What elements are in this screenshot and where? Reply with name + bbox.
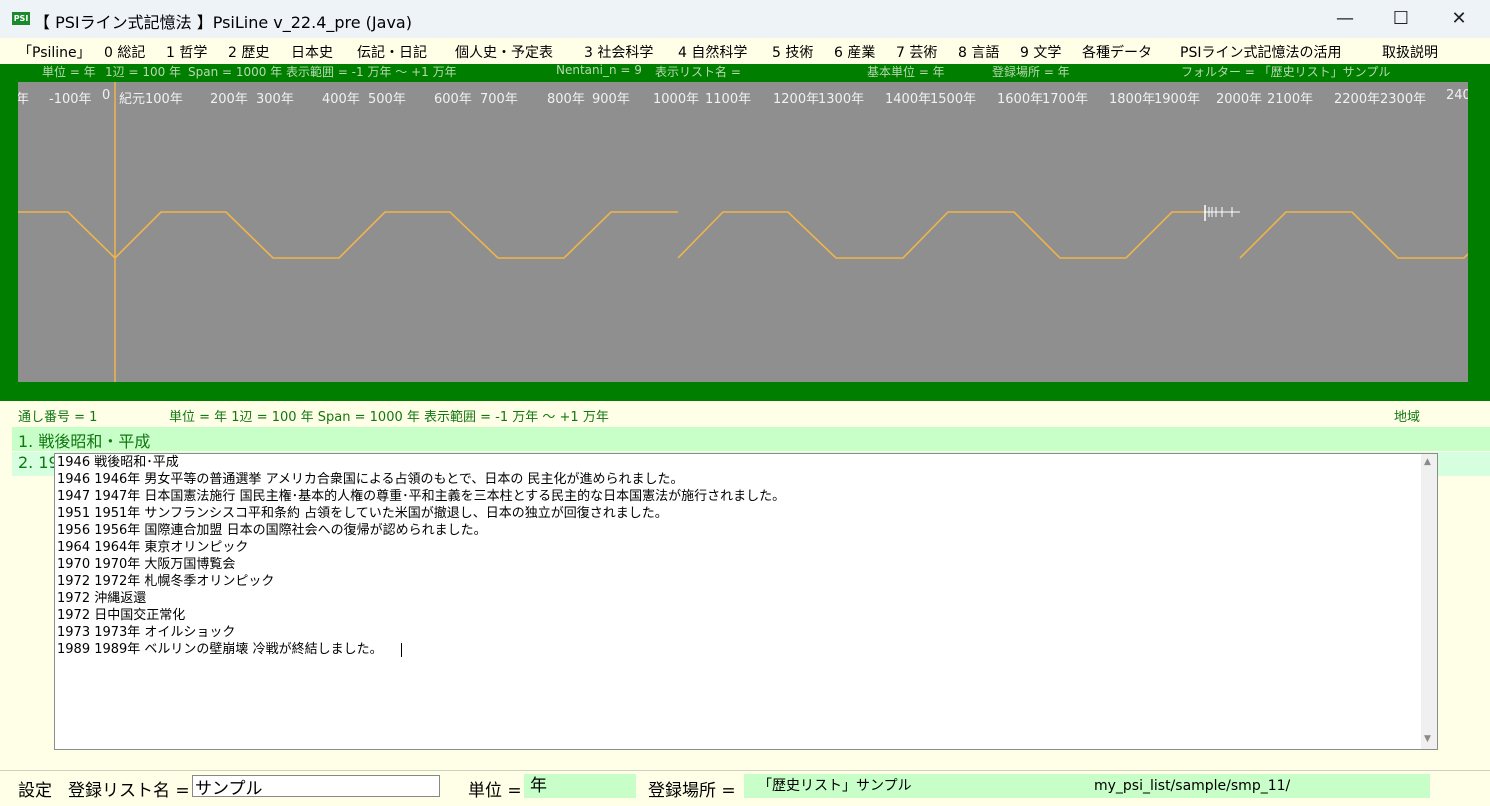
menu-history[interactable]: 2 歴史 — [228, 42, 269, 62]
tl-span: Span = 1000 年 — [188, 65, 283, 79]
tl-location: 登録場所 = 年 — [992, 65, 1070, 79]
tl-base-unit: 基本単位 = 年 — [867, 65, 945, 79]
maximize-button[interactable]: ☐ — [1372, 0, 1430, 38]
tl-unit: 単位 = 年 — [42, 65, 96, 79]
text-line: 1989 1989年 ベルリンの壁崩壊 冷戦が終結しました。 — [57, 642, 383, 657]
menu-biography[interactable]: 伝記・日記 — [357, 42, 427, 62]
text-line: 1973 1973年 オイルショック — [57, 625, 236, 640]
text-line: 1970 1970年 大阪万国博覧会 — [57, 557, 236, 572]
app-icon: PSI — [12, 12, 30, 25]
menu-data[interactable]: 各種データ — [1082, 42, 1152, 62]
list-item[interactable]: 1. 戦後昭和・平成 — [12, 427, 1490, 451]
unit-label: 単位 = — [468, 781, 522, 801]
unit-summary: 単位 = 年 1辺 = 100 年 Span = 1000 年 表示範囲 = -… — [169, 410, 609, 425]
text-caret — [401, 643, 402, 657]
tl-range: 表示範囲 = -1 万年 ～ +1 万年 — [286, 65, 457, 79]
text-line: 1964 1964年 東京オリンピック — [57, 540, 249, 555]
menu-social-science[interactable]: 3 社会科学 — [584, 42, 653, 62]
tl-list-name: 表示リスト名 = — [655, 65, 741, 79]
menu-language[interactable]: 8 言語 — [958, 42, 999, 62]
menu-literature[interactable]: 9 文学 — [1020, 42, 1061, 62]
menu-personal-history[interactable]: 個人史・予定表 — [455, 42, 553, 62]
text-line: 1946 1946年 男女平等の普通選挙 アメリカ合衆国による占領のもとで、日本… — [57, 472, 684, 487]
psi-line-segment-1 — [18, 211, 678, 260]
text-line: 1947 1947年 日本国憲法施行 国民主権･基本的人権の尊重･平和主義を三本… — [57, 489, 786, 504]
menu-bar: 「Psiline」 0 総記 1 哲学 2 歴史 日本史 伝記・日記 個人史・予… — [0, 38, 1490, 64]
list-item-label: 2. 19 — [18, 453, 59, 472]
timeline-panel: 単位 = 年 1辺 = 100 年 Span = 1000 年 表示範囲 = -… — [0, 63, 1490, 401]
list-name-input[interactable] — [192, 775, 440, 797]
settings-bar: 設定 登録リスト名 = 単位 = 年 登録場所 = 「歴史リスト」サンプル my… — [0, 770, 1490, 806]
menu-art[interactable]: 7 芸術 — [896, 42, 937, 62]
scroll-up-icon[interactable]: ▲ — [1424, 457, 1431, 467]
menu-technology[interactable]: 5 技術 — [772, 42, 813, 62]
title-bar: PSI 【 PSIライン式記憶法 】PsiLine v_22.4_pre (Ja… — [0, 0, 1490, 38]
text-line: 1972 日中国交正常化 — [57, 608, 186, 623]
tl-side: 1辺 = 100 年 — [105, 65, 182, 79]
psi-line-segment-2 — [677, 211, 1204, 259]
menu-usage[interactable]: PSIライン式記憶法の活用 — [1180, 42, 1341, 62]
region-label: 地域 — [1394, 410, 1421, 425]
timeline-canvas[interactable]: 年 -100年 0 紀元 100年 200年 300年 400年 500年 60… — [18, 82, 1468, 382]
location-field[interactable]: 「歴史リスト」サンプル — [744, 774, 1080, 798]
menu-manual[interactable]: 取扱説明 — [1382, 42, 1438, 62]
event-text-area[interactable]: 1946 戦後昭和･平成 1946 1946年 男女平等の普通選挙 アメリカ合衆… — [54, 453, 1438, 750]
menu-industry[interactable]: 6 産業 — [834, 42, 875, 62]
menu-natural-science[interactable]: 4 自然科学 — [678, 42, 747, 62]
text-line: 1956 1956年 国際連合加盟 日本の国際社会への復帰が認められました。 — [57, 523, 487, 538]
timeline-lines — [18, 82, 1468, 382]
path-field: my_psi_list/sample/smp_11/ — [1080, 774, 1430, 798]
menu-japan-history[interactable]: 日本史 — [291, 42, 333, 62]
menu-psiline[interactable]: 「Psiline」 — [18, 42, 91, 62]
text-line: 1946 戦後昭和･平成 — [57, 455, 179, 470]
unit-field[interactable]: 年 — [524, 774, 636, 798]
list-name-label: 登録リスト名 = — [68, 781, 190, 801]
tl-nentani: Nentani_n = 9 — [556, 63, 642, 77]
settings-button[interactable]: 設定 — [18, 776, 52, 801]
menu-philosophy[interactable]: 1 哲学 — [166, 42, 207, 62]
window-title: 【 PSIライン式記憶法 】PsiLine v_22.4_pre (Java) — [34, 13, 412, 32]
text-line: 1951 1951年 サンフランシスコ平和条約 占領をしていた米国が撤退し、日本… — [57, 506, 668, 521]
tl-folder: フォルター = 「歴史リスト」サンプル — [1181, 65, 1391, 79]
text-line: 1972 1972年 札幌冬季オリンピック — [57, 574, 275, 589]
scroll-down-icon[interactable]: ▼ — [1424, 734, 1431, 744]
close-button[interactable]: ✕ — [1430, 0, 1488, 38]
vertical-scrollbar[interactable]: ▲ ▼ — [1421, 454, 1437, 749]
minimize-button[interactable]: — — [1316, 0, 1374, 38]
text-line: 1972 沖縄返還 — [57, 591, 147, 606]
psi-line-segment-3 — [1239, 211, 1468, 259]
list-item-label: 1. 戦後昭和・平成 — [18, 432, 151, 451]
serial-number: 通し番号 = 1 — [18, 410, 98, 425]
location-label: 登録場所 = — [648, 781, 736, 801]
menu-general[interactable]: 0 総記 — [104, 42, 145, 62]
